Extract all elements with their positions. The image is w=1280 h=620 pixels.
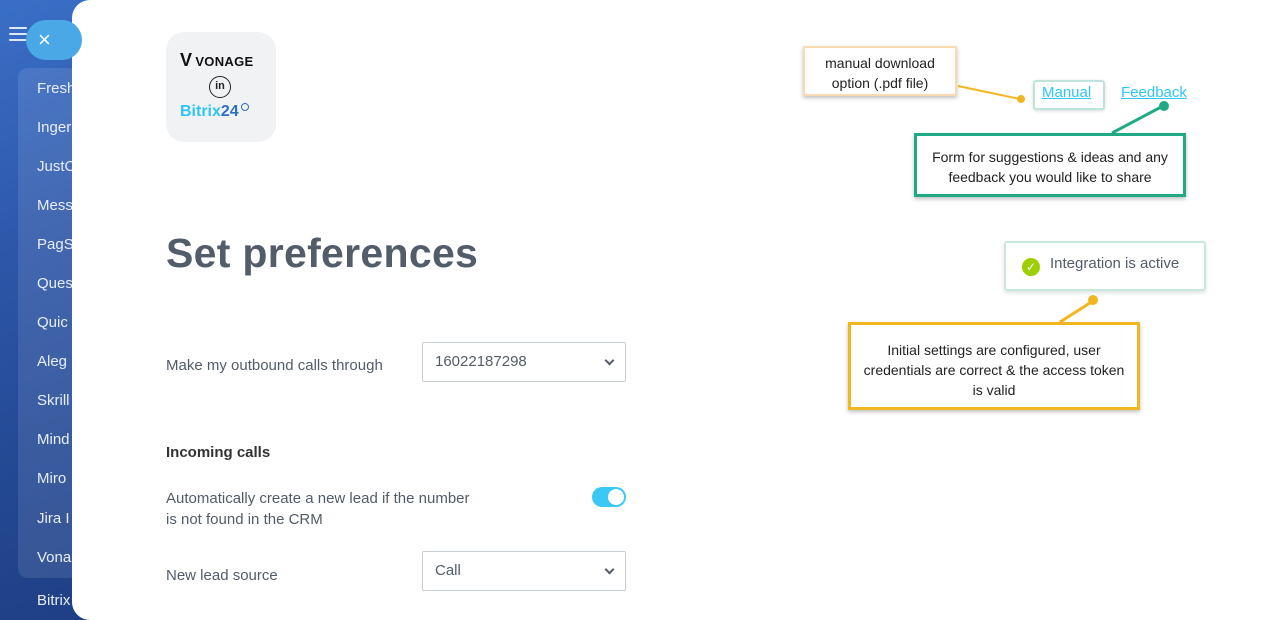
background-sidebar-item[interactable]: PagS xyxy=(37,236,77,253)
lead-source-value: Call xyxy=(435,562,461,579)
page-title: Set preferences xyxy=(166,230,479,276)
feedback-callout: Form for suggestions & ideas and any fee… xyxy=(914,133,1186,197)
vonage-v-icon: V xyxy=(180,50,193,70)
logo-vonage-text: VONAGE xyxy=(195,54,254,69)
background-sidebar-item[interactable]: Aleg xyxy=(37,353,77,370)
linked-icon: in xyxy=(209,76,231,98)
background-sidebar-item[interactable]: Bitrix xyxy=(37,592,77,609)
status-badge: ✓ Integration is active xyxy=(1004,241,1206,291)
outbound-number-select[interactable]: 16022187298 xyxy=(422,342,626,382)
app-logo: V VONAGE in Bitrix24 xyxy=(166,32,276,142)
logo-bitrix-text: Bitrix xyxy=(180,103,221,120)
status-callout: Initial settings are configured, user cr… xyxy=(848,322,1140,410)
auto-create-lead-toggle[interactable] xyxy=(592,487,626,507)
toggle-knob xyxy=(608,489,624,505)
background-sidebar-item[interactable]: Vona xyxy=(37,549,77,566)
check-icon: ✓ xyxy=(1022,258,1040,276)
logo-bitrix-number: 24 xyxy=(220,103,239,120)
background-sidebar-item[interactable]: Inger xyxy=(37,119,77,136)
background-sidebar-item[interactable]: Quic xyxy=(37,314,77,331)
background-sidebar-item[interactable]: Ques xyxy=(37,275,77,292)
lead-source-label: New lead source xyxy=(166,567,278,584)
background-sidebar-item[interactable]: Mind xyxy=(37,431,77,448)
chevron-down-icon xyxy=(604,355,615,366)
close-panel-button[interactable]: × xyxy=(26,20,82,60)
settings-panel: V VONAGE in Bitrix24 Manual Feedback Set … xyxy=(72,0,1280,620)
clock-icon xyxy=(240,103,249,111)
status-text: Integration is active xyxy=(1050,255,1180,272)
auto-create-lead-label-line1: Automatically create a new lead if the n… xyxy=(166,490,470,507)
background-sidebar-item[interactable]: Mess xyxy=(37,197,77,214)
chevron-down-icon xyxy=(604,564,615,575)
feedback-link[interactable]: Feedback xyxy=(1121,84,1187,101)
hamburger-menu-icon[interactable] xyxy=(9,27,27,41)
incoming-calls-heading: Incoming calls xyxy=(166,444,271,461)
background-sidebar-item[interactable]: JustC xyxy=(37,158,77,175)
background-sidebar-item[interactable]: Jira I xyxy=(37,510,77,527)
auto-create-lead-label-line2: is not found in the CRM xyxy=(166,511,323,528)
manual-callout: manual download option (.pdf file) xyxy=(803,46,957,96)
outbound-number-value: 16022187298 xyxy=(435,353,527,370)
background-sidebar-item[interactable]: Skrill xyxy=(37,392,77,409)
manual-link[interactable]: Manual xyxy=(1042,84,1091,101)
background-sidebar-item[interactable]: Miro xyxy=(37,470,77,487)
background-sidebar-item[interactable]: Fresh xyxy=(37,80,77,97)
lead-source-select[interactable]: Call xyxy=(422,551,626,591)
outbound-label: Make my outbound calls through xyxy=(166,357,383,374)
